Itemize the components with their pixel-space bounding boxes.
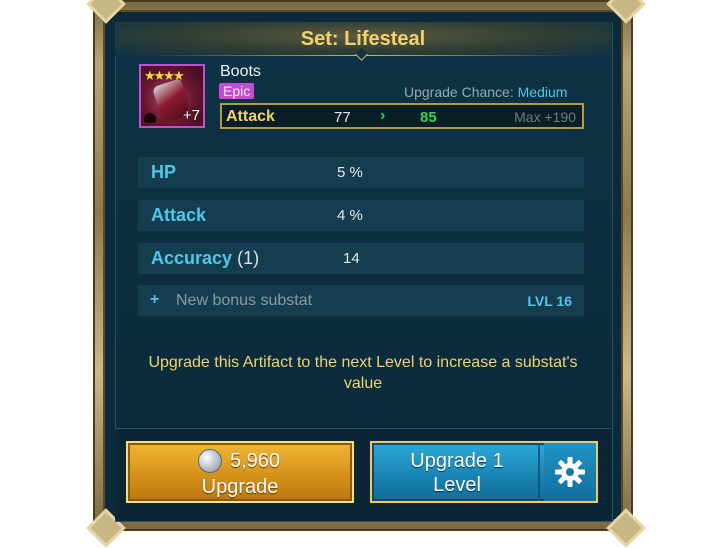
upgrade-chance: Upgrade Chance: Medium (404, 84, 567, 100)
main-stat-next: 85 (420, 109, 437, 126)
upgrade-one-level-label: Upgrade 1 Level (372, 449, 542, 497)
substat-row-hp: HP 5 % (138, 157, 584, 188)
main-stat-max: Max +190 (514, 109, 576, 125)
upgrade-hint: Upgrade this Artifact to the next Level … (148, 354, 578, 392)
auto-upgrade-settings-button[interactable] (544, 443, 596, 501)
upgrade-one-level-line1: Upgrade 1 (410, 450, 504, 472)
substat-value: 5 % (337, 164, 363, 181)
artifact-icon[interactable]: ★★★★ +7 (139, 64, 205, 128)
upgrade-cost: 5,960 (230, 450, 281, 472)
set-title: Set: Lifesteal (300, 28, 426, 50)
substat-value: 14 (343, 250, 360, 267)
substat-roll-count: (1) (237, 248, 260, 268)
lifesteal-set-icon (144, 113, 156, 123)
button-divider (538, 443, 540, 501)
bonus-substat-label: New bonus substat (176, 292, 313, 309)
upgrade-chance-label: Upgrade Chance: (404, 84, 514, 100)
upgrade-one-level-button[interactable]: Upgrade 1 Level (370, 441, 598, 503)
main-stat-label: Attack (226, 108, 275, 125)
main-stat-row: Attack 77 › 85 Max +190 (220, 103, 584, 129)
artifact-name: Boots (220, 63, 261, 80)
substat-row-accuracy: Accuracy (1) 14 (138, 243, 584, 274)
gear-icon (555, 457, 585, 487)
bonus-substat-level: LVL 16 (527, 293, 572, 309)
substat-name: HP (151, 162, 177, 182)
upgrade-chance-value: Medium (517, 84, 568, 100)
upgrade-one-level-line2: Level (433, 474, 481, 496)
chevron-right-icon: › (380, 107, 386, 124)
rarity-badge: Epic (219, 83, 255, 99)
upgrade-button[interactable]: 5,960 Upgrade (126, 441, 354, 503)
substat-value: 4 % (337, 207, 363, 224)
substat-row-attack: Attack 4 % (138, 200, 584, 231)
substat-name: Accuracy (1) (151, 248, 260, 268)
plus-icon: + (150, 291, 160, 308)
bonus-substat-row: + New bonus substat LVL 16 (138, 285, 584, 316)
artifact-level-badge: +7 (182, 107, 200, 124)
silver-coin-icon (198, 449, 222, 473)
upgrade-button-label: Upgrade (201, 476, 279, 498)
main-stat-current: 77 (334, 109, 351, 126)
substat-name: Attack (151, 205, 207, 225)
